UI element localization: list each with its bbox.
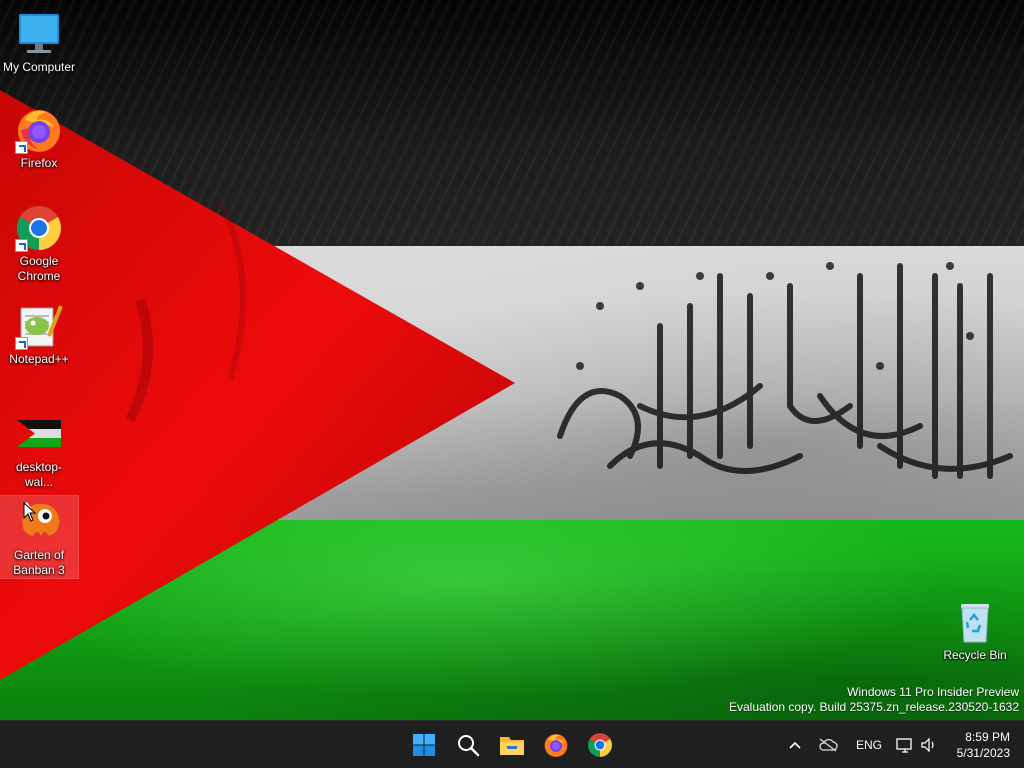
- folder-icon: [500, 737, 524, 755]
- notepadpp-icon: [15, 302, 63, 350]
- firefox-taskbar-button[interactable]: [536, 725, 576, 765]
- taskbar: ENG 8:59 PM 5/31/2023: [0, 720, 1024, 768]
- chevron-up-icon: [789, 741, 801, 749]
- desktop-icon-wallpaper-file[interactable]: desktop-wal...: [0, 408, 78, 490]
- windows-logo-icon: [413, 734, 435, 756]
- desktop-icon-label: desktop-wal...: [15, 460, 63, 489]
- network-volume-button[interactable]: [896, 721, 942, 769]
- cloud-offline-icon: [819, 738, 838, 752]
- shortcut-arrow-icon: [15, 337, 28, 350]
- chrome-taskbar-button[interactable]: [580, 725, 620, 765]
- watermark-line-1: Windows 11 Pro Insider Preview: [847, 685, 1019, 699]
- desktop-icon-label: Firefox: [20, 156, 58, 170]
- desktop-icon-label: Notepad++: [9, 352, 69, 366]
- clock-time: 8:59 PM: [965, 730, 1010, 744]
- volume-icon: [921, 737, 934, 753]
- desktop-icon-notepadpp[interactable]: Notepad++: [0, 300, 78, 367]
- image-file-icon: [15, 410, 63, 458]
- desktop: My Computer Firefox Google Chrome Notepa…: [0, 0, 1024, 720]
- language-indicator[interactable]: ENG: [856, 721, 882, 769]
- desktop-icon-label: My Computer: [2, 60, 76, 74]
- desktop-icon-label: Recycle Bin: [943, 648, 1007, 662]
- mouse-cursor-icon: [23, 502, 37, 522]
- wallpaper-red-triangle: [0, 90, 515, 680]
- desktop-icon-google-chrome[interactable]: Google Chrome: [0, 202, 78, 284]
- desktop-icon-recycle-bin[interactable]: Recycle Bin: [936, 596, 1014, 663]
- recycle-bin-icon: [951, 598, 999, 646]
- language-label: ENG: [856, 738, 883, 752]
- file-explorer-button[interactable]: [492, 725, 532, 765]
- firefox-icon: [544, 734, 568, 757]
- shortcut-arrow-icon: [15, 141, 28, 154]
- windows-watermark: Windows 11 Pro Insider Preview Evaluatio…: [729, 685, 1019, 715]
- start-button[interactable]: [404, 725, 444, 765]
- search-button[interactable]: [448, 725, 488, 765]
- desktop-icon-label: Garten of Banban 3: [13, 548, 65, 577]
- chrome-icon: [588, 733, 612, 757]
- show-hidden-icons-button[interactable]: [788, 721, 808, 769]
- clock[interactable]: 8:59 PM 5/31/2023: [957, 729, 1010, 761]
- onedrive-button[interactable]: [818, 721, 842, 769]
- desktop-icon-label: Google Chrome: [17, 254, 61, 283]
- watermark-line-2: Evaluation copy. Build 25375.zn_release.…: [729, 700, 1019, 714]
- desktop-icon-garten-of-banban-3[interactable]: Garten of Banban 3: [0, 495, 79, 579]
- chrome-icon: [15, 204, 63, 252]
- clock-date: 5/31/2023: [956, 746, 1010, 760]
- firefox-icon: [15, 106, 63, 154]
- monitor-icon: [15, 10, 63, 58]
- network-icon: [896, 738, 912, 753]
- shortcut-arrow-icon: [15, 239, 28, 252]
- banban-game-icon: [15, 498, 63, 546]
- desktop-icon-my-computer[interactable]: My Computer: [0, 8, 78, 75]
- search-icon: [458, 735, 480, 757]
- desktop-icon-firefox[interactable]: Firefox: [0, 104, 78, 171]
